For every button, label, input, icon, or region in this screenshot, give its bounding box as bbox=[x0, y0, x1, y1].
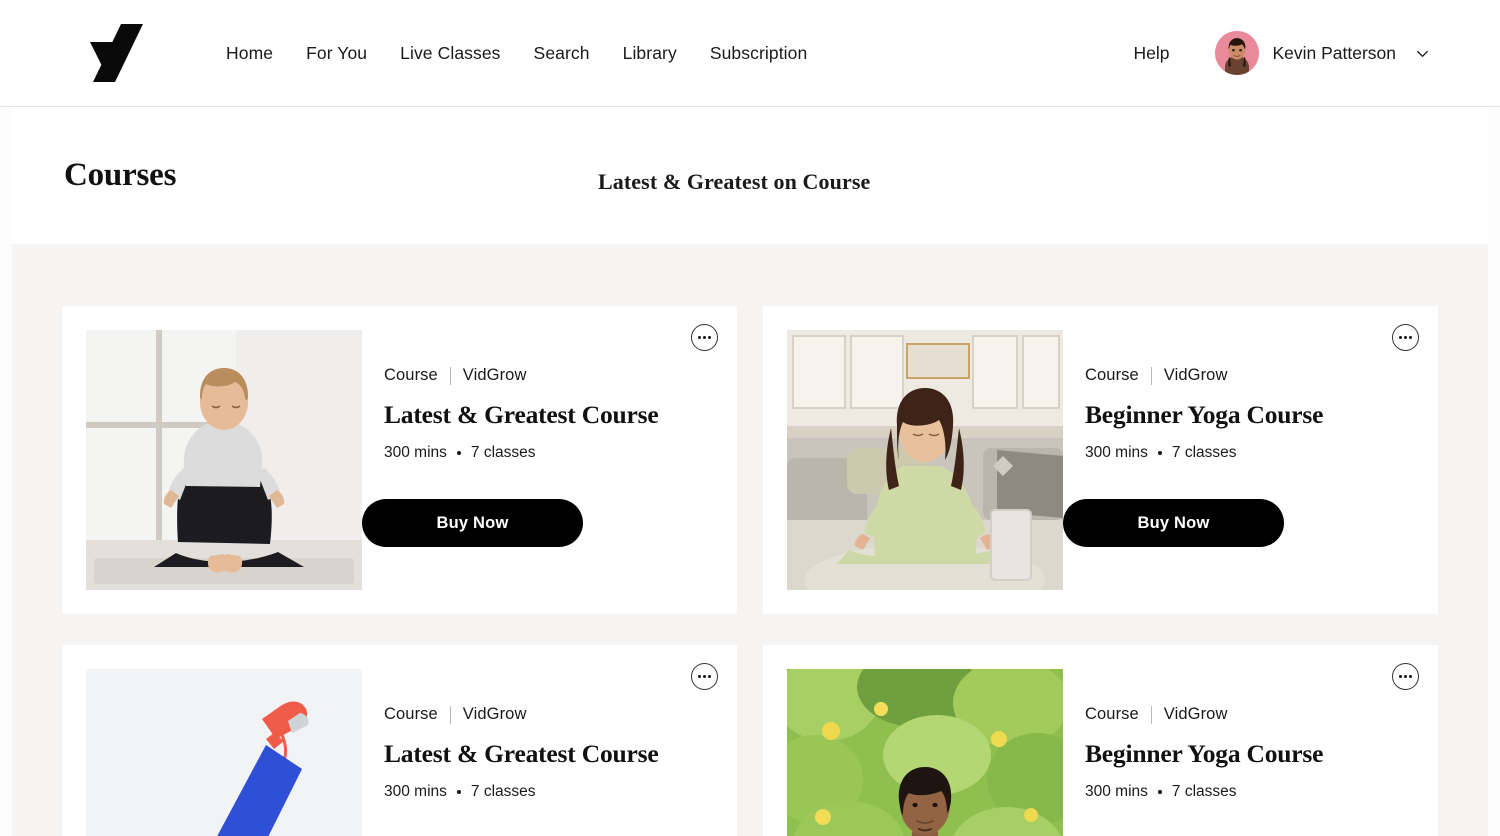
nav-item-subscription[interactable]: Subscription bbox=[710, 37, 808, 70]
course-class-count: 7 classes bbox=[470, 444, 536, 461]
course-card-body: Course VidGrow Latest & Greatest Course … bbox=[362, 669, 737, 836]
vidgrow-logo[interactable] bbox=[88, 22, 148, 84]
site-header: Home For You Live Classes Search Library… bbox=[0, 0, 1500, 107]
course-card[interactable]: Course VidGrow Latest & Greatest Course … bbox=[62, 306, 737, 614]
main-navigation: Home For You Live Classes Search Library… bbox=[226, 37, 807, 70]
course-card[interactable]: Course VidGrow Beginner Yoga Course 300 … bbox=[763, 306, 1438, 614]
meta-divider bbox=[449, 705, 451, 724]
course-category: Course bbox=[384, 366, 438, 384]
course-thumbnail bbox=[86, 330, 362, 590]
ellipsis-dot bbox=[708, 336, 712, 339]
avatar bbox=[1215, 31, 1260, 75]
course-thumbnail bbox=[86, 669, 362, 836]
course-meta: Course VidGrow bbox=[1085, 366, 1438, 385]
course-stats: 300 mins 7 classes bbox=[1085, 444, 1438, 462]
ellipsis-icon[interactable] bbox=[691, 663, 718, 690]
course-brand: VidGrow bbox=[1163, 366, 1228, 384]
nav-item-live-classes[interactable]: Live Classes bbox=[400, 37, 500, 70]
ellipsis-dot bbox=[703, 336, 706, 339]
course-category: Course bbox=[1085, 705, 1139, 723]
course-duration: 300 mins bbox=[384, 444, 447, 461]
course-card[interactable]: Course VidGrow Beginner Yoga Course 300 … bbox=[763, 645, 1438, 836]
course-card[interactable]: Course VidGrow Latest & Greatest Course … bbox=[62, 645, 737, 836]
course-duration: 300 mins bbox=[384, 783, 447, 800]
nav-item-home[interactable]: Home bbox=[226, 37, 273, 70]
course-category: Course bbox=[1085, 366, 1139, 384]
course-duration: 300 mins bbox=[1085, 783, 1148, 800]
course-brand: VidGrow bbox=[462, 705, 527, 723]
ellipsis-dot bbox=[1409, 336, 1413, 339]
header-right-cluster: Help Kevin Patterson bbox=[1133, 31, 1430, 75]
ellipsis-dot bbox=[1404, 675, 1407, 678]
stats-bullet bbox=[456, 451, 461, 455]
stats-bullet bbox=[456, 790, 461, 794]
page-wrapper: Courses Latest & Greatest on Course Cour… bbox=[0, 107, 1500, 836]
course-title: Latest & Greatest Course bbox=[384, 400, 659, 429]
ellipsis-dot bbox=[1409, 675, 1413, 678]
ellipsis-icon[interactable] bbox=[1392, 663, 1419, 690]
course-category: Course bbox=[384, 705, 438, 723]
course-duration: 300 mins bbox=[1085, 444, 1148, 461]
stats-bullet bbox=[1157, 451, 1162, 455]
course-meta: Course VidGrow bbox=[1085, 705, 1438, 724]
ellipsis-dot bbox=[1398, 336, 1402, 339]
help-link[interactable]: Help bbox=[1133, 43, 1169, 64]
page-title-band: Courses Latest & Greatest on Course bbox=[12, 107, 1488, 244]
nav-item-search[interactable]: Search bbox=[534, 37, 590, 70]
course-class-count: 7 classes bbox=[470, 783, 536, 800]
course-class-count: 7 classes bbox=[1171, 444, 1237, 461]
course-meta: Course VidGrow bbox=[384, 705, 737, 724]
ellipsis-icon[interactable] bbox=[691, 324, 718, 351]
page-title: Courses bbox=[64, 157, 177, 193]
ellipsis-dot bbox=[703, 675, 706, 678]
course-thumbnail bbox=[787, 330, 1063, 590]
course-title: Beginner Yoga Course bbox=[1085, 739, 1324, 768]
ellipsis-dot bbox=[697, 675, 701, 678]
nav-item-for-you[interactable]: For You bbox=[306, 37, 367, 70]
user-name: Kevin Patterson bbox=[1272, 42, 1396, 63]
course-stats: 300 mins 7 classes bbox=[384, 783, 737, 801]
ellipsis-dot bbox=[697, 336, 701, 339]
course-stats: 300 mins 7 classes bbox=[1085, 783, 1438, 801]
course-card-body: Course VidGrow Latest & Greatest Course … bbox=[362, 330, 737, 614]
course-card-body: Course VidGrow Beginner Yoga Course 300 … bbox=[1063, 669, 1438, 836]
buy-now-button[interactable]: Buy Now bbox=[1063, 499, 1284, 547]
meta-divider bbox=[449, 366, 451, 385]
ellipsis-dot bbox=[1404, 336, 1407, 339]
course-thumbnail bbox=[787, 669, 1063, 836]
courses-content-area: Course VidGrow Latest & Greatest Course … bbox=[12, 244, 1488, 836]
ellipsis-dot bbox=[708, 675, 712, 678]
stats-bullet bbox=[1157, 790, 1162, 794]
meta-divider bbox=[1150, 705, 1152, 724]
course-meta: Course VidGrow bbox=[384, 366, 737, 385]
ellipsis-dot bbox=[1398, 675, 1402, 678]
course-card-grid: Course VidGrow Latest & Greatest Course … bbox=[62, 306, 1438, 836]
course-stats: 300 mins 7 classes bbox=[384, 444, 737, 462]
course-brand: VidGrow bbox=[1163, 705, 1228, 723]
page-subtitle: Latest & Greatest on Course bbox=[598, 169, 871, 194]
course-card-body: Course VidGrow Beginner Yoga Course 300 … bbox=[1063, 330, 1438, 614]
ellipsis-icon[interactable] bbox=[1392, 324, 1419, 351]
meta-divider bbox=[1150, 366, 1152, 385]
course-title: Beginner Yoga Course bbox=[1085, 400, 1324, 429]
user-menu[interactable]: Kevin Patterson bbox=[1215, 31, 1430, 75]
course-class-count: 7 classes bbox=[1171, 783, 1237, 800]
nav-item-library[interactable]: Library bbox=[623, 37, 677, 70]
buy-now-button[interactable]: Buy Now bbox=[362, 499, 583, 547]
course-title: Latest & Greatest Course bbox=[384, 739, 659, 768]
course-brand: VidGrow bbox=[462, 366, 527, 384]
chevron-down-icon[interactable] bbox=[1415, 46, 1430, 61]
